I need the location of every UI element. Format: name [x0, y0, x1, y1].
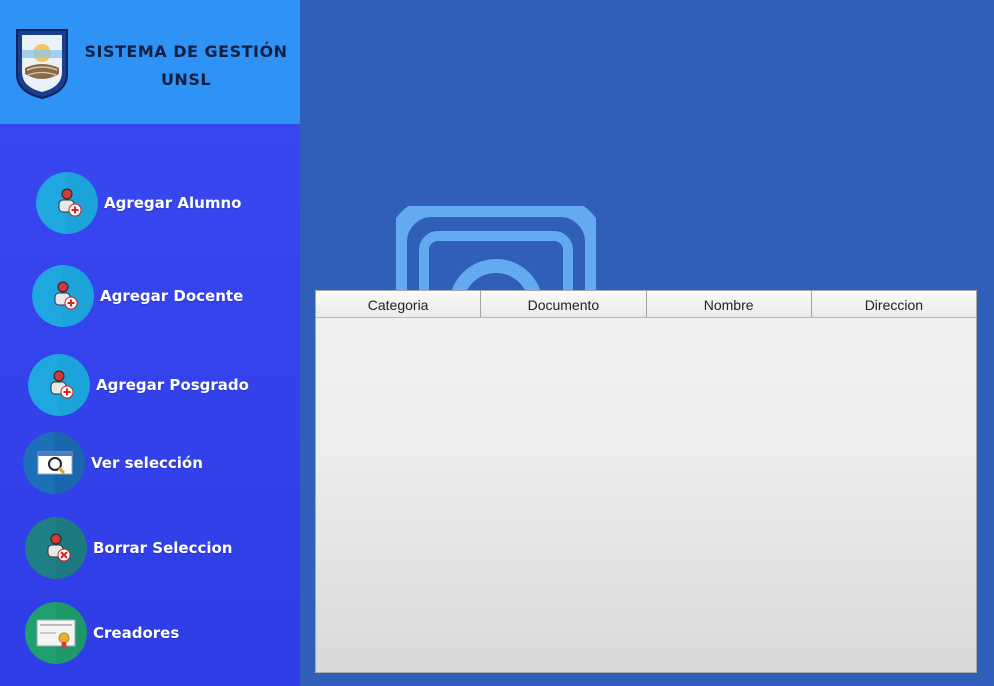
app-title: SISTEMA DE GESTIÓN UNSL	[72, 38, 300, 94]
user-add-icon	[28, 354, 90, 416]
delete-selection-label: Borrar Seleccion	[93, 539, 233, 557]
brand-header: SISTEMA DE GESTIÓN UNSL	[0, 0, 300, 124]
user-add-icon	[36, 172, 98, 234]
user-add-icon	[32, 265, 94, 327]
column-header-documento[interactable]: Documento	[481, 291, 647, 317]
camera-icon	[396, 206, 596, 296]
add-student-button[interactable]: Agregar Alumno	[0, 168, 300, 238]
sidebar: SISTEMA DE GESTIÓN UNSL Agregar Alumno A…	[0, 0, 300, 686]
creators-label: Creadores	[93, 624, 180, 642]
add-student-label: Agregar Alumno	[104, 194, 242, 212]
view-selection-button[interactable]: Ver selección	[0, 428, 300, 498]
add-postgraduate-label: Agregar Posgrado	[96, 376, 249, 394]
user-remove-icon	[25, 517, 87, 579]
delete-selection-button[interactable]: Borrar Seleccion	[0, 513, 300, 583]
view-selection-label: Ver selección	[91, 454, 203, 472]
column-header-nombre[interactable]: Nombre	[647, 291, 812, 317]
table-body[interactable]	[316, 318, 976, 673]
add-teacher-label: Agregar Docente	[100, 287, 244, 305]
unsl-logo-icon	[16, 29, 68, 100]
data-table[interactable]: Categoria Documento Nombre Direccion	[315, 290, 977, 673]
creators-button[interactable]: Creadores	[0, 598, 300, 668]
column-header-direccion[interactable]: Direccion	[812, 291, 976, 317]
app-title-line1: SISTEMA DE GESTIÓN	[84, 42, 288, 61]
certificate-icon	[25, 602, 87, 664]
search-icon	[23, 432, 85, 494]
column-header-categoria[interactable]: Categoria	[316, 291, 482, 317]
add-postgraduate-button[interactable]: Agregar Posgrado	[0, 350, 300, 420]
app-title-line2: UNSL	[160, 70, 212, 89]
add-teacher-button[interactable]: Agregar Docente	[0, 261, 300, 331]
table-header: Categoria Documento Nombre Direccion	[316, 291, 976, 318]
